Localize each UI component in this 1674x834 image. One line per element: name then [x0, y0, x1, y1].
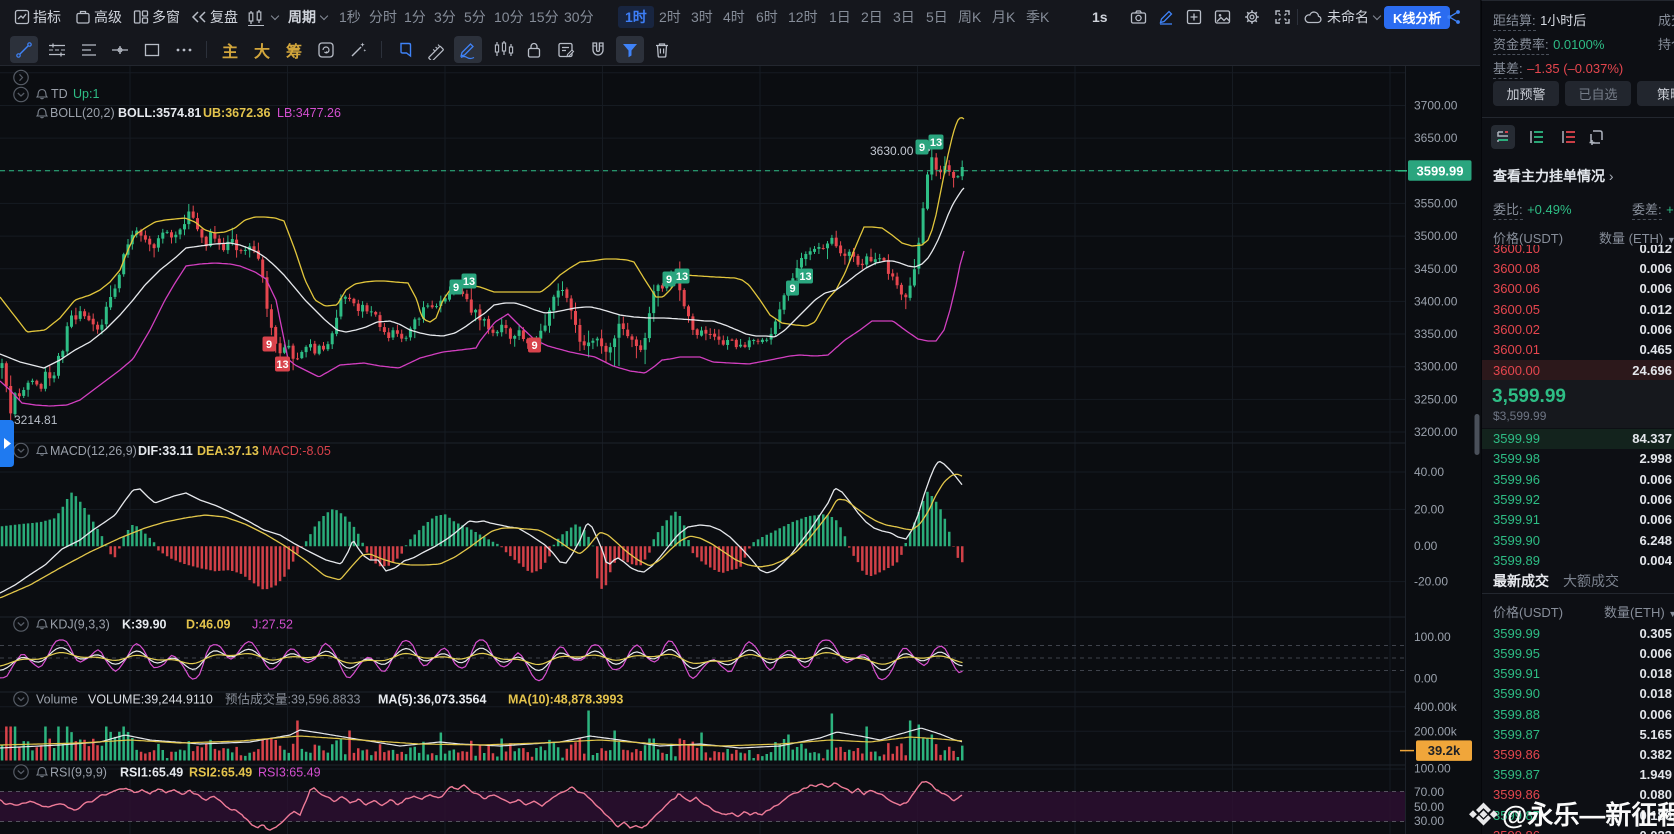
svg-text:50.00: 50.00: [1414, 800, 1444, 814]
svg-text:3700.00: 3700.00: [1414, 99, 1458, 113]
svg-text:Up:1: Up:1: [73, 87, 99, 101]
svg-text:3214.81: 3214.81: [14, 413, 58, 427]
svg-text:VOLUME:39,244.9110: VOLUME:39,244.9110: [88, 693, 213, 707]
svg-text:MA(10):48,878.3993: MA(10):48,878.3993: [508, 693, 623, 707]
svg-text:DIF:33.11: DIF:33.11: [138, 444, 193, 458]
svg-text:MA(5):36,073.3564: MA(5):36,073.3564: [378, 693, 486, 707]
svg-text:30.00: 30.00: [1414, 814, 1444, 828]
svg-text:KDJ(9,3,3): KDJ(9,3,3): [50, 618, 110, 632]
svg-text:0.00: 0.00: [1414, 539, 1438, 553]
svg-text:400.00k: 400.00k: [1414, 700, 1458, 714]
svg-text:UB:3672.36: UB:3672.36: [203, 106, 270, 120]
svg-text:9: 9: [666, 274, 672, 286]
svg-text:RSI(9,9,9): RSI(9,9,9): [50, 766, 107, 780]
svg-text:3450.00: 3450.00: [1414, 262, 1458, 276]
svg-text:13: 13: [276, 359, 288, 371]
svg-text:BOLL:3574.81: BOLL:3574.81: [118, 106, 201, 120]
svg-text:RSI2:65.49: RSI2:65.49: [189, 766, 252, 780]
svg-text:9: 9: [453, 282, 459, 294]
svg-text:RSI3:65.49: RSI3:65.49: [258, 766, 321, 780]
svg-text:3630.00: 3630.00: [870, 144, 914, 158]
svg-text:MACD(12,26,9): MACD(12,26,9): [50, 444, 137, 458]
svg-text:D:46.09: D:46.09: [186, 618, 231, 632]
svg-text:13: 13: [676, 271, 688, 283]
svg-text:9: 9: [789, 283, 795, 295]
svg-text:100.00: 100.00: [1414, 762, 1451, 776]
svg-text:BOLL(20,2): BOLL(20,2): [50, 106, 115, 120]
svg-text:RSI1:65.49: RSI1:65.49: [120, 766, 183, 780]
svg-text:13: 13: [463, 276, 475, 288]
svg-text:9: 9: [266, 339, 272, 351]
svg-text:3500.00: 3500.00: [1414, 229, 1458, 243]
svg-text:TD: TD: [51, 87, 68, 101]
svg-text:3250.00: 3250.00: [1414, 392, 1458, 406]
svg-text:100.00: 100.00: [1414, 630, 1451, 644]
svg-text:3599.99: 3599.99: [1417, 163, 1464, 178]
svg-text:13: 13: [799, 271, 811, 283]
svg-text:39.2k: 39.2k: [1428, 743, 1461, 758]
svg-text:20.00: 20.00: [1414, 502, 1444, 516]
svg-text:3300.00: 3300.00: [1414, 360, 1458, 374]
svg-text:3650.00: 3650.00: [1414, 131, 1458, 145]
svg-text:DEA:37.13: DEA:37.13: [197, 444, 259, 458]
svg-text:13: 13: [930, 137, 942, 149]
svg-text:70.00: 70.00: [1414, 785, 1444, 799]
svg-text:40.00: 40.00: [1414, 465, 1444, 479]
svg-text:J:27.52: J:27.52: [252, 618, 293, 632]
svg-text:3200.00: 3200.00: [1414, 425, 1458, 439]
svg-text:预估成交量:39,596.8833: 预估成交量:39,596.8833: [225, 692, 361, 707]
svg-text:K:39.90: K:39.90: [122, 618, 167, 632]
svg-text:Volume: Volume: [36, 693, 78, 707]
svg-text:0.00: 0.00: [1414, 672, 1438, 686]
svg-text:3350.00: 3350.00: [1414, 327, 1458, 341]
svg-text:MACD:-8.05: MACD:-8.05: [262, 444, 331, 458]
svg-text:3400.00: 3400.00: [1414, 294, 1458, 308]
svg-text:3550.00: 3550.00: [1414, 196, 1458, 210]
svg-text:200.00k: 200.00k: [1414, 724, 1458, 738]
svg-text:9: 9: [919, 142, 925, 154]
svg-text:9: 9: [531, 340, 537, 352]
svg-text:-20.00: -20.00: [1414, 575, 1448, 589]
svg-text:LB:3477.26: LB:3477.26: [277, 106, 341, 120]
